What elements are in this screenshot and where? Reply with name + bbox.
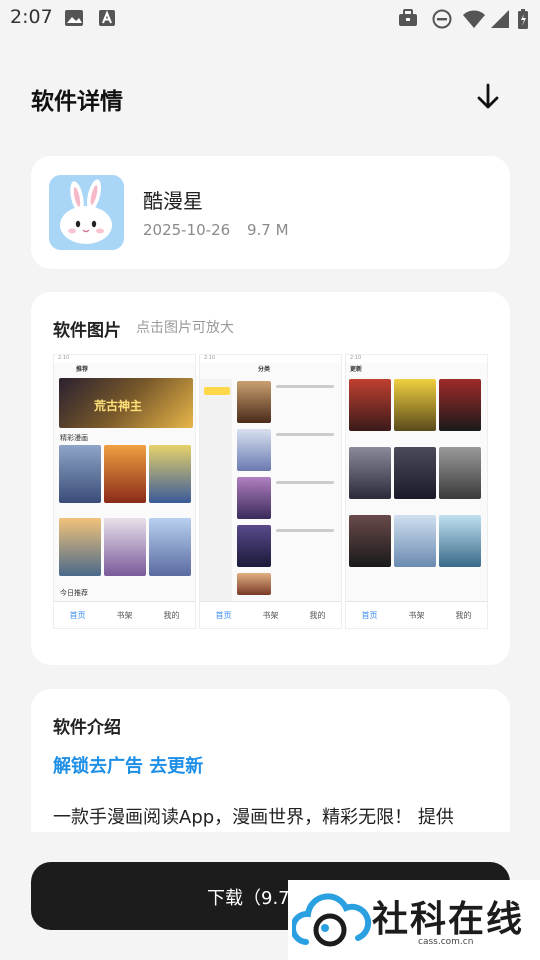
screenshot-cover (149, 445, 191, 503)
status-time: 2:07 (10, 6, 53, 28)
screenshot-cover (394, 447, 436, 499)
screenshot-nav-item: 我的 (163, 610, 180, 620)
briefcase-icon (399, 9, 417, 26)
screenshots-title: 软件图片 (53, 321, 121, 341)
battery-icon (518, 9, 528, 29)
app-meta: 2025-10-26 9.7 M (143, 221, 289, 239)
screenshot-nav-item: 首页 (69, 610, 86, 620)
screenshot-2[interactable]: 2:10 分类 首页 书架 我的 (199, 354, 342, 629)
watermark-text: 社科在线 (372, 898, 525, 940)
screenshot-cover (59, 445, 101, 503)
screenshot-cover (237, 477, 271, 519)
screenshot-nav-item: 首页 (361, 610, 378, 620)
screenshot-sidebar (200, 379, 232, 601)
app-date: 2025-10-26 (143, 221, 231, 239)
status-bar: 2:07 (0, 0, 540, 36)
screenshot-status: 2:10 (200, 355, 341, 363)
app-name: 酷漫星 (143, 189, 203, 213)
screenshots-hint: 点击图片可放大 (136, 320, 234, 336)
screenshot-cover (237, 525, 271, 567)
app-size: 9.7 M (246, 221, 289, 239)
screenshot-banner-text: 荒古神主 (94, 399, 143, 413)
screenshot-nav-item: 我的 (455, 610, 472, 620)
intro-title: 软件介绍 (53, 718, 121, 738)
screenshot-cover (349, 515, 391, 567)
screenshot-nav-item: 首页 (215, 610, 232, 620)
cloud-logo-icon (292, 893, 372, 947)
screenshot-nav-item: 我的 (309, 610, 326, 620)
app-info-card: 酷漫星 2025-10-26 9.7 M (31, 156, 510, 269)
download-arrow-icon[interactable] (474, 82, 502, 112)
intro-text: 一款手漫画阅读App，漫画世界，精彩无限！ 提供 (53, 807, 454, 828)
screenshot-tab: 推荐 (76, 366, 89, 373)
screenshot-tab: 更新 (350, 366, 363, 373)
screenshot-nav-item: 书架 (262, 610, 279, 620)
screenshot-nav-item: 书架 (116, 610, 133, 620)
screenshot-3[interactable]: 2:10 更新 首页 书架 我的 (345, 354, 488, 629)
page-title: 软件详情 (31, 89, 123, 115)
screenshot-cover (394, 379, 436, 431)
screenshot-cover (237, 429, 271, 471)
rabbit-icon (49, 175, 124, 250)
screenshot-cover (237, 381, 271, 423)
screenshot-cover (149, 518, 191, 576)
intro-card: 软件介绍 解锁去广告 去更新 一款手漫画阅读App，漫画世界，精彩无限！ 提供 (31, 689, 510, 832)
screenshot-cover (394, 515, 436, 567)
screenshot-gallery: 2:10 推荐 荒古神主 精彩漫画 今日推荐 首页 书架 我的 2:10 分类 (53, 354, 488, 629)
screenshot-status: 2:10 (346, 355, 487, 363)
app-icon (49, 175, 124, 250)
screenshots-card: 软件图片 点击图片可放大 2:10 推荐 荒古神主 精彩漫画 今日推荐 首页 书… (31, 292, 510, 665)
watermark-url: cass.com.cn (418, 937, 474, 947)
unlock-link[interactable]: 解锁去广告 去更新 (53, 752, 203, 778)
screenshot-tab: 分类 (258, 366, 271, 373)
screenshot-status: 2:10 (54, 355, 195, 363)
screenshot-nav: 首页 书架 我的 (54, 601, 195, 628)
download-label: 下载（9.7 (207, 888, 290, 909)
screenshot-cover (349, 447, 391, 499)
do-not-disturb-icon (432, 9, 452, 29)
screenshot-cover (439, 515, 481, 567)
screenshot-cover (104, 518, 146, 576)
screenshot-text-lines (276, 481, 334, 484)
screenshot-cover (349, 379, 391, 431)
screenshot-nav: 首页 书架 我的 (346, 601, 487, 628)
signal-icon (491, 10, 509, 28)
watermark: 社科在线 cass.com.cn (288, 880, 540, 960)
screenshot-sidebar-active (204, 387, 230, 395)
screenshot-cover (439, 447, 481, 499)
screenshot-cover (237, 573, 271, 595)
screenshot-1[interactable]: 2:10 推荐 荒古神主 精彩漫画 今日推荐 首页 书架 我的 (53, 354, 196, 629)
screenshot-section-2: 今日推荐 (60, 589, 88, 597)
screenshot-text-lines (276, 385, 334, 388)
screenshot-nav-item: 书架 (408, 610, 425, 620)
screenshot-text-lines (276, 433, 334, 436)
screenshot-section: 精彩漫画 (60, 434, 88, 442)
gallery-icon (65, 10, 83, 26)
screenshot-cover (59, 518, 101, 576)
screenshot-cover (439, 379, 481, 431)
screenshot-nav: 首页 书架 我的 (200, 601, 341, 628)
screenshot-text-lines (276, 529, 334, 532)
text-a-icon (99, 10, 115, 26)
screenshot-cover (104, 445, 146, 503)
wifi-icon (463, 10, 485, 28)
